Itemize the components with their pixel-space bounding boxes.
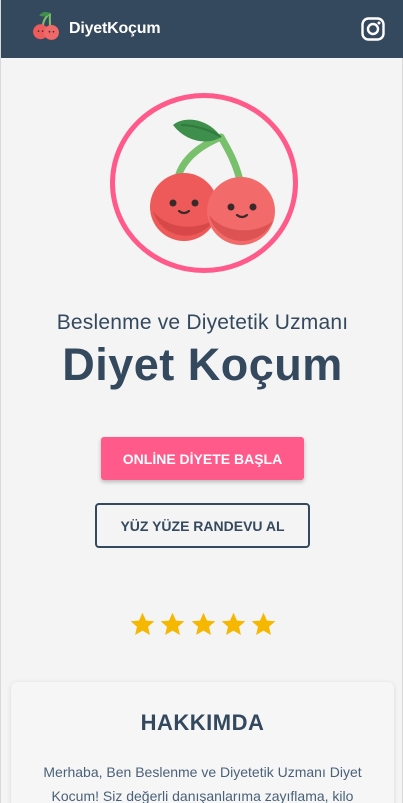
book-appointment-button[interactable]: YÜZ YÜZE RANDEVU AL xyxy=(95,503,310,548)
star-icon xyxy=(191,612,215,635)
start-online-diet-button[interactable]: ONLİNE DİYETE BAŞLA xyxy=(101,437,304,480)
rating-stars xyxy=(129,608,277,640)
star-icon xyxy=(160,612,185,635)
about-text: Merhaba, Ben Beslenme ve Diyetetik Uzman… xyxy=(43,764,362,803)
brand-link[interactable]: DiyetKoçum xyxy=(29,10,161,49)
hero-subtitle: Beslenme ve Diyetetik Uzmanı xyxy=(56,311,349,334)
star-icon xyxy=(221,612,246,635)
page-title: Diyet Koçum xyxy=(62,339,343,390)
star-icon xyxy=(130,612,155,635)
cherry-icon xyxy=(129,111,279,256)
instagram-icon[interactable] xyxy=(360,16,386,42)
navbar: DiyetKoçum xyxy=(1,0,403,58)
about-card: HAKKIMDA Merhaba, Ben Beslenme ve Diyete… xyxy=(11,682,394,803)
brand-name: DiyetKoçum xyxy=(69,20,161,37)
star-icon xyxy=(251,612,276,635)
cherry-icon xyxy=(29,10,63,49)
about-title: HAKKIMDA xyxy=(140,710,265,735)
hero-logo xyxy=(110,93,298,273)
